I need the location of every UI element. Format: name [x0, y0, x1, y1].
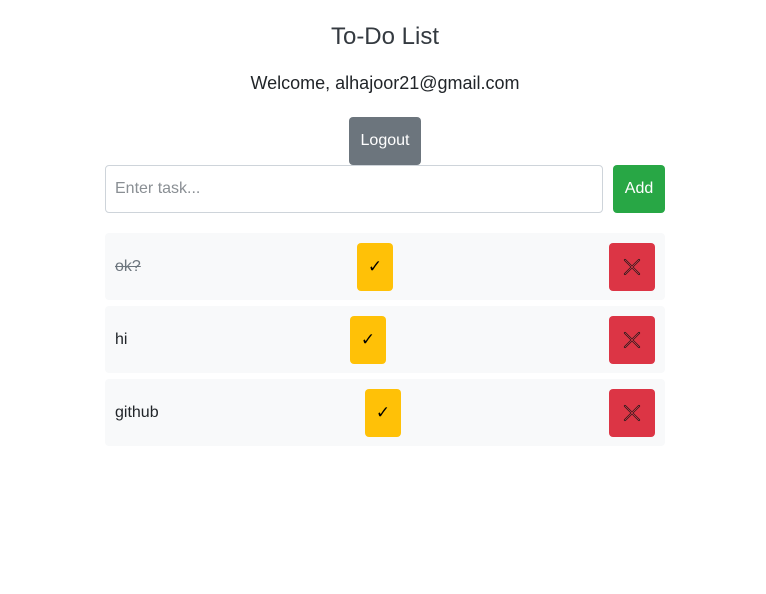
task-input[interactable] — [105, 165, 603, 213]
task-text: ok? — [115, 258, 141, 275]
complete-task-button[interactable]: ✓ — [350, 316, 386, 364]
complete-task-button[interactable]: ✓ — [357, 243, 393, 291]
page-title: To-Do List — [330, 23, 440, 50]
complete-task-button[interactable]: ✓ — [365, 389, 401, 437]
task-item: hi ✓ — [105, 306, 665, 373]
close-x-icon — [623, 258, 641, 276]
checkmark-icon: ✓ — [375, 403, 391, 423]
todo-page: To-Do List Welcome, alhajoor21@gmail.com… — [0, 0, 766, 594]
welcome-message: Welcome, alhajoor21@gmail.com — [250, 73, 520, 93]
checkmark-icon: ✓ — [367, 257, 383, 277]
close-x-icon — [623, 331, 641, 349]
task-item: ok? ✓ — [105, 233, 665, 300]
task-text: github — [115, 404, 159, 421]
add-task-button[interactable]: Add — [613, 165, 665, 213]
delete-task-button[interactable] — [609, 316, 655, 364]
checkmark-icon: ✓ — [360, 330, 376, 350]
task-item: github ✓ — [105, 379, 665, 446]
delete-task-button[interactable] — [609, 389, 655, 437]
task-text: hi — [115, 331, 128, 348]
logout-button[interactable]: Logout — [349, 117, 421, 165]
delete-task-button[interactable] — [609, 243, 655, 291]
close-x-icon — [623, 404, 641, 422]
